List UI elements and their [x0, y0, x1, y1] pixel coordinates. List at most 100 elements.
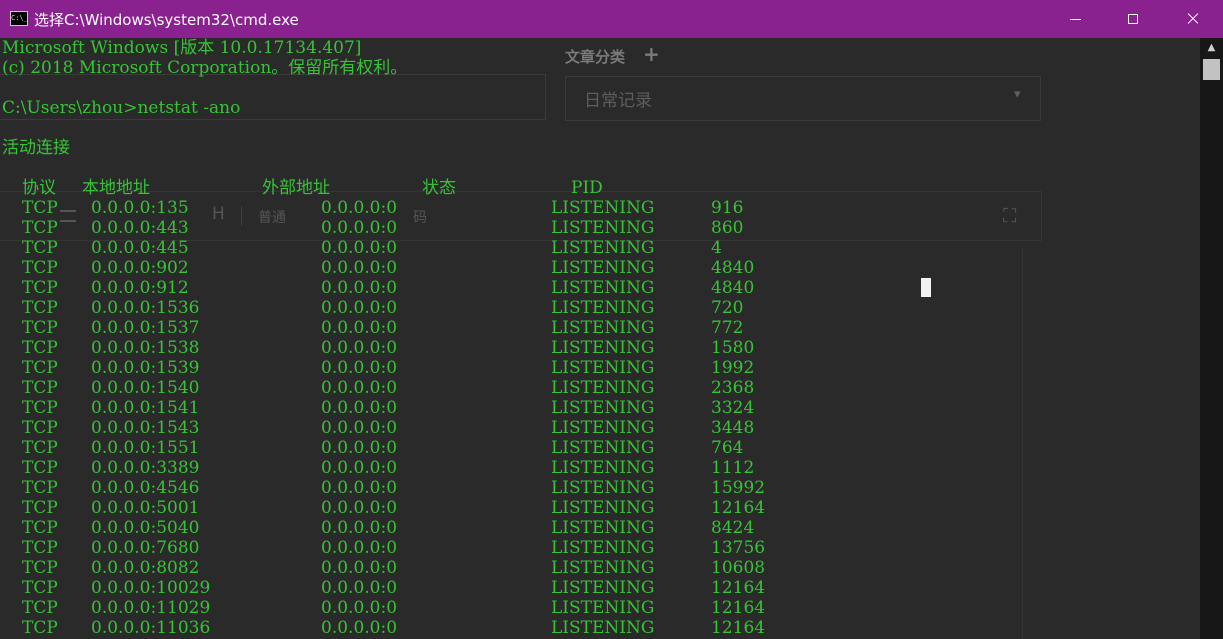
table-row: TCP 0.0.0.0:1539 0.0.0.0:0 LISTENING 1992: [0, 358, 1000, 378]
cell-state: LISTENING: [551, 618, 655, 638]
cell-proto: TCP: [22, 478, 58, 498]
cell-local-address: 0.0.0.0:3389: [91, 458, 200, 478]
table-row: TCP 0.0.0.0:1543 0.0.0.0:0 LISTENING 3448: [0, 418, 1000, 438]
cell-pid: 12164: [711, 498, 766, 518]
table-row: TCP 0.0.0.0:445 0.0.0.0:0 LISTENING 4: [0, 238, 1000, 258]
cell-foreign-address: 0.0.0.0:0: [321, 578, 398, 598]
scroll-thumb[interactable]: [1203, 59, 1220, 80]
close-button[interactable]: [1162, 0, 1223, 38]
cell-foreign-address: 0.0.0.0:0: [321, 238, 398, 258]
header-local-address: 本地地址: [82, 178, 150, 198]
cell-local-address: 0.0.0.0:1541: [91, 398, 200, 418]
table-row: TCP 0.0.0.0:902 0.0.0.0:0 LISTENING 4840: [0, 258, 1000, 278]
cell-state: LISTENING: [551, 418, 655, 438]
cell-proto: TCP: [22, 578, 58, 598]
banner-copyright-line: (c) 2018 Microsoft Corporation。保留所有权利。: [2, 58, 408, 78]
table-row: TCP 0.0.0.0:1551 0.0.0.0:0 LISTENING 764: [0, 438, 1000, 458]
cell-local-address: 0.0.0.0:135: [91, 198, 189, 218]
cell-proto: TCP: [22, 298, 58, 318]
table-row: TCP 0.0.0.0:1541 0.0.0.0:0 LISTENING 3324: [0, 398, 1000, 418]
cell-state: LISTENING: [551, 318, 655, 338]
cell-foreign-address: 0.0.0.0:0: [321, 218, 398, 238]
cell-proto: TCP: [22, 558, 58, 578]
cell-state: LISTENING: [551, 558, 655, 578]
table-row: TCP 0.0.0.0:1540 0.0.0.0:0 LISTENING 2368: [0, 378, 1000, 398]
table-row: TCP 0.0.0.0:443 0.0.0.0:0 LISTENING 860: [0, 218, 1000, 238]
cell-pid: 12164: [711, 618, 766, 638]
cell-state: LISTENING: [551, 458, 655, 478]
cell-pid: 4840: [711, 258, 755, 278]
console-output[interactable]: Microsoft Windows [版本 10.0.17134.407] (c…: [0, 38, 1200, 639]
cell-proto: TCP: [22, 318, 58, 338]
cell-proto: TCP: [22, 238, 58, 258]
maximize-button[interactable]: [1104, 0, 1162, 38]
cell-local-address: 0.0.0.0:11029: [91, 598, 211, 618]
cell-proto: TCP: [22, 498, 58, 518]
table-row: TCP 0.0.0.0:8082 0.0.0.0:0 LISTENING 10608: [0, 558, 1000, 578]
cell-pid: 2368: [711, 378, 755, 398]
cell-pid: 916: [711, 198, 744, 218]
cell-pid: 860: [711, 218, 744, 238]
cell-foreign-address: 0.0.0.0:0: [321, 518, 398, 538]
window-title: 选择C:\Windows\system32\cmd.exe: [34, 11, 299, 29]
minimize-button[interactable]: [1046, 0, 1104, 38]
cell-proto: TCP: [22, 598, 58, 618]
cell-local-address: 0.0.0.0:10029: [91, 578, 211, 598]
cell-proto: TCP: [22, 358, 58, 378]
cell-foreign-address: 0.0.0.0:0: [321, 358, 398, 378]
cell-foreign-address: 0.0.0.0:0: [321, 378, 398, 398]
cell-foreign-address: 0.0.0.0:0: [321, 458, 398, 478]
scroll-up-arrow-icon[interactable]: ▲: [1200, 38, 1223, 56]
cmd-window: C:\_ 选择C:\Windows\system32\cmd.exe 文章分类 …: [0, 0, 1223, 639]
cell-state: LISTENING: [551, 338, 655, 358]
cell-pid: 15992: [711, 478, 766, 498]
cell-pid: 4: [711, 238, 722, 258]
cell-state: LISTENING: [551, 598, 655, 618]
cell-local-address: 0.0.0.0:1537: [91, 318, 200, 338]
minimize-icon: [1069, 18, 1081, 20]
cell-pid: 13756: [711, 538, 766, 558]
cell-state: LISTENING: [551, 378, 655, 398]
table-row: TCP 0.0.0.0:11029 0.0.0.0:0 LISTENING 12164: [0, 598, 1000, 618]
cell-pid: 12164: [711, 598, 766, 618]
cell-pid: 1992: [711, 358, 755, 378]
header-state: 状态: [422, 178, 456, 198]
section-title: 活动连接: [2, 138, 70, 158]
cell-state: LISTENING: [551, 538, 655, 558]
table-row: TCP 0.0.0.0:1537 0.0.0.0:0 LISTENING 772: [0, 318, 1000, 338]
cell-state: LISTENING: [551, 518, 655, 538]
cell-foreign-address: 0.0.0.0:0: [321, 338, 398, 358]
cell-pid: 720: [711, 298, 744, 318]
cell-proto: TCP: [22, 398, 58, 418]
header-proto: 协议: [22, 178, 56, 198]
table-row: TCP 0.0.0.0:135 0.0.0.0:0 LISTENING 916: [0, 198, 1000, 218]
cell-foreign-address: 0.0.0.0:0: [321, 258, 398, 278]
cell-pid: 10608: [711, 558, 766, 578]
cell-local-address: 0.0.0.0:1540: [91, 378, 200, 398]
cell-local-address: 0.0.0.0:902: [91, 258, 189, 278]
cell-proto: TCP: [22, 258, 58, 278]
cell-local-address: 0.0.0.0:1538: [91, 338, 200, 358]
table-row: TCP 0.0.0.0:5001 0.0.0.0:0 LISTENING 12164: [0, 498, 1000, 518]
cell-local-address: 0.0.0.0:445: [91, 238, 189, 258]
cell-state: LISTENING: [551, 398, 655, 418]
cell-foreign-address: 0.0.0.0:0: [321, 278, 398, 298]
table-header-row: 协议 本地地址 外部地址 状态 PID: [0, 178, 1000, 198]
cell-foreign-address: 0.0.0.0:0: [321, 418, 398, 438]
cell-pid: 3324: [711, 398, 755, 418]
vertical-scrollbar[interactable]: ▲: [1200, 38, 1223, 639]
title-bar[interactable]: C:\_ 选择C:\Windows\system32\cmd.exe: [0, 0, 1223, 38]
cell-local-address: 0.0.0.0:8082: [91, 558, 200, 578]
table-row: TCP 0.0.0.0:5040 0.0.0.0:0 LISTENING 8424: [0, 518, 1000, 538]
cell-pid: 772: [711, 318, 744, 338]
header-pid: PID: [571, 178, 603, 198]
table-row: TCP 0.0.0.0:4546 0.0.0.0:0 LISTENING 15992: [0, 478, 1000, 498]
cell-state: LISTENING: [551, 238, 655, 258]
cell-proto: TCP: [22, 378, 58, 398]
cell-state: LISTENING: [551, 358, 655, 378]
cell-local-address: 0.0.0.0:912: [91, 278, 189, 298]
cell-pid: 4840: [711, 278, 755, 298]
cell-foreign-address: 0.0.0.0:0: [321, 438, 398, 458]
cell-state: LISTENING: [551, 498, 655, 518]
table-row: TCP 0.0.0.0:912 0.0.0.0:0 LISTENING 4840: [0, 278, 1000, 298]
